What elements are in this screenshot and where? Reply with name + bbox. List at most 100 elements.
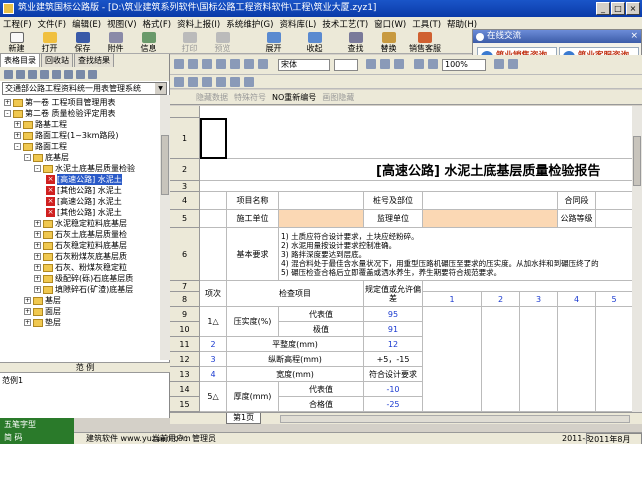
tree-node[interactable]: + 基层 — [24, 295, 61, 306]
thickness-qualified-value[interactable]: -25 — [364, 397, 423, 412]
tree-node[interactable]: + 石灰土底基层质量检 — [34, 229, 127, 240]
compaction-extreme-value[interactable]: 91 — [364, 322, 423, 337]
dropdown-arrow-icon[interactable]: ▼ — [155, 83, 166, 94]
collapse-box-icon[interactable]: + — [24, 319, 31, 326]
tree-scrollbar[interactable] — [160, 95, 170, 360]
close-button[interactable]: × — [626, 2, 640, 15]
example-item[interactable]: 范例1 — [2, 375, 23, 386]
paste-icon[interactable] — [202, 59, 212, 69]
measure-col[interactable] — [423, 307, 482, 412]
report-title[interactable]: [高速公路] 水泥土底基层质量检验报告 — [200, 159, 632, 181]
tree-node[interactable]: - 水泥土底基层质量检验 — [34, 163, 135, 174]
new-button[interactable]: 新建 — [0, 31, 33, 54]
chat-close-button[interactable]: × — [630, 30, 638, 43]
collapse-box-icon[interactable]: + — [34, 275, 41, 282]
zoom-select[interactable]: 100% — [442, 59, 486, 71]
road-grade-value[interactable] — [596, 210, 632, 228]
thickness-rep-value[interactable]: -10 — [364, 382, 423, 397]
scroll-thumb[interactable] — [161, 135, 169, 195]
row-header[interactable]: 12 — [170, 352, 200, 367]
row-header[interactable]: 3 — [170, 181, 200, 192]
insert-row-icon[interactable] — [508, 59, 518, 69]
measure-col[interactable] — [482, 307, 520, 412]
expand-box-icon[interactable]: - — [34, 165, 41, 172]
cut-icon[interactable] — [174, 59, 184, 69]
tree-node[interactable]: - 底基层 — [24, 152, 69, 163]
align-center-icon[interactable] — [380, 59, 390, 69]
up-arrow-icon[interactable] — [16, 69, 25, 79]
flatness-value[interactable]: 12 — [364, 337, 423, 352]
wrap-icon[interactable] — [244, 77, 254, 87]
grid-icon[interactable] — [494, 59, 504, 69]
menu-library[interactable]: 资料库(L) — [276, 18, 319, 30]
attachment-button[interactable]: 附件 — [99, 31, 132, 54]
hide-drawing-button[interactable]: 画图隐藏 — [322, 92, 354, 103]
preview-button[interactable]: 预览 — [206, 31, 239, 54]
expand-box-icon[interactable]: - — [4, 110, 11, 117]
corner-cell[interactable] — [170, 106, 200, 118]
fill-color-icon[interactable] — [202, 77, 212, 87]
elevation-value[interactable]: +5，-15 — [364, 352, 423, 367]
align-right-icon[interactable] — [394, 59, 404, 69]
construction-unit-value[interactable] — [279, 210, 364, 228]
contract-value[interactable] — [596, 192, 632, 210]
sales-service-button[interactable]: 销售客服 — [405, 31, 445, 54]
tree-node[interactable]: + 垫层 — [24, 317, 61, 328]
row-header[interactable]: 8 — [170, 292, 200, 307]
tree-node[interactable]: + 路面工程(1~3km路段) — [14, 130, 119, 141]
replace-button[interactable]: 替换 — [372, 31, 405, 54]
pile-location-value[interactable] — [423, 192, 558, 210]
collapse-box-icon[interactable]: + — [34, 242, 41, 249]
tree-node[interactable]: × [其他公路] 水泥土 — [46, 207, 122, 218]
collapse-box-icon[interactable]: + — [34, 253, 41, 260]
undo-icon[interactable] — [216, 59, 226, 69]
sheet-tab-page1[interactable]: 第1页 — [226, 413, 262, 424]
system-combo[interactable]: 交通部公路工程资料统一用表管理系统 ▼ — [2, 82, 167, 95]
tree-node[interactable]: + 水泥稳定粒料底基层 — [34, 218, 127, 229]
blank-row[interactable] — [227, 118, 632, 159]
ime-bar[interactable]: 五笔字型 简 码 — [0, 418, 74, 444]
align-left-icon[interactable] — [366, 59, 376, 69]
row-header[interactable]: 10 — [170, 322, 200, 337]
expand-box-icon[interactable]: - — [24, 154, 31, 161]
collapse-button[interactable]: 收起 — [298, 31, 331, 54]
hide-data-button[interactable]: 隐藏数据 — [196, 92, 228, 103]
tab-search-results[interactable]: 查找结果 — [74, 53, 114, 67]
row-header[interactable]: 7 — [170, 281, 200, 292]
collapse-box-icon[interactable]: + — [24, 308, 31, 315]
tab-recycle-bin[interactable]: 回收站 — [41, 53, 73, 67]
tree-node[interactable]: + 级配碎(砾)石底基层质 — [34, 273, 133, 284]
collapse-box-icon[interactable]: + — [34, 220, 41, 227]
font-select[interactable]: 宋体 — [278, 59, 330, 71]
measure-col[interactable] — [520, 307, 558, 412]
print-button[interactable]: 打印 — [173, 31, 206, 54]
menu-technology[interactable]: 技术工艺(T) — [319, 18, 371, 30]
active-cell[interactable] — [200, 118, 227, 159]
collapse-box-icon[interactable]: + — [34, 264, 41, 271]
line-style-icon[interactable] — [230, 77, 240, 87]
collapse-box-icon[interactable]: + — [14, 121, 21, 128]
row-header[interactable]: 14 — [170, 382, 200, 397]
sum-icon[interactable] — [414, 59, 424, 69]
info-button[interactable]: 信息 — [132, 31, 165, 54]
vertical-scrollbar[interactable] — [632, 106, 642, 412]
ime-mode[interactable]: 五笔字型 — [0, 418, 74, 431]
copy-icon[interactable] — [188, 59, 198, 69]
insert-icon[interactable] — [40, 69, 49, 79]
row-header[interactable]: 4 — [170, 192, 200, 210]
maximize-button[interactable]: □ — [611, 2, 625, 15]
open-button[interactable]: 打开 — [33, 31, 66, 54]
project-name-value[interactable] — [279, 192, 364, 210]
row-header[interactable]: 9 — [170, 307, 200, 322]
paste-icon[interactable] — [64, 69, 73, 79]
menu-format[interactable]: 格式(F) — [140, 18, 175, 30]
tree-node[interactable]: - 第二卷 质量检验评定用表 — [4, 108, 116, 119]
delete-icon[interactable] — [76, 69, 85, 79]
basic-req-text[interactable]: 1) 土质应符合设计要求，土块应经粉碎。 2) 水泥用量按设计要求控制准确。 3… — [279, 228, 632, 281]
tree-node[interactable]: - 路面工程 — [14, 141, 67, 152]
border-icon[interactable] — [428, 59, 438, 69]
measure-col[interactable] — [596, 307, 632, 412]
blank-row[interactable] — [200, 181, 632, 192]
tree-node-selected[interactable]: × [高速公路] 水泥土 — [46, 174, 122, 185]
expand-button[interactable]: 展开 — [257, 31, 290, 54]
